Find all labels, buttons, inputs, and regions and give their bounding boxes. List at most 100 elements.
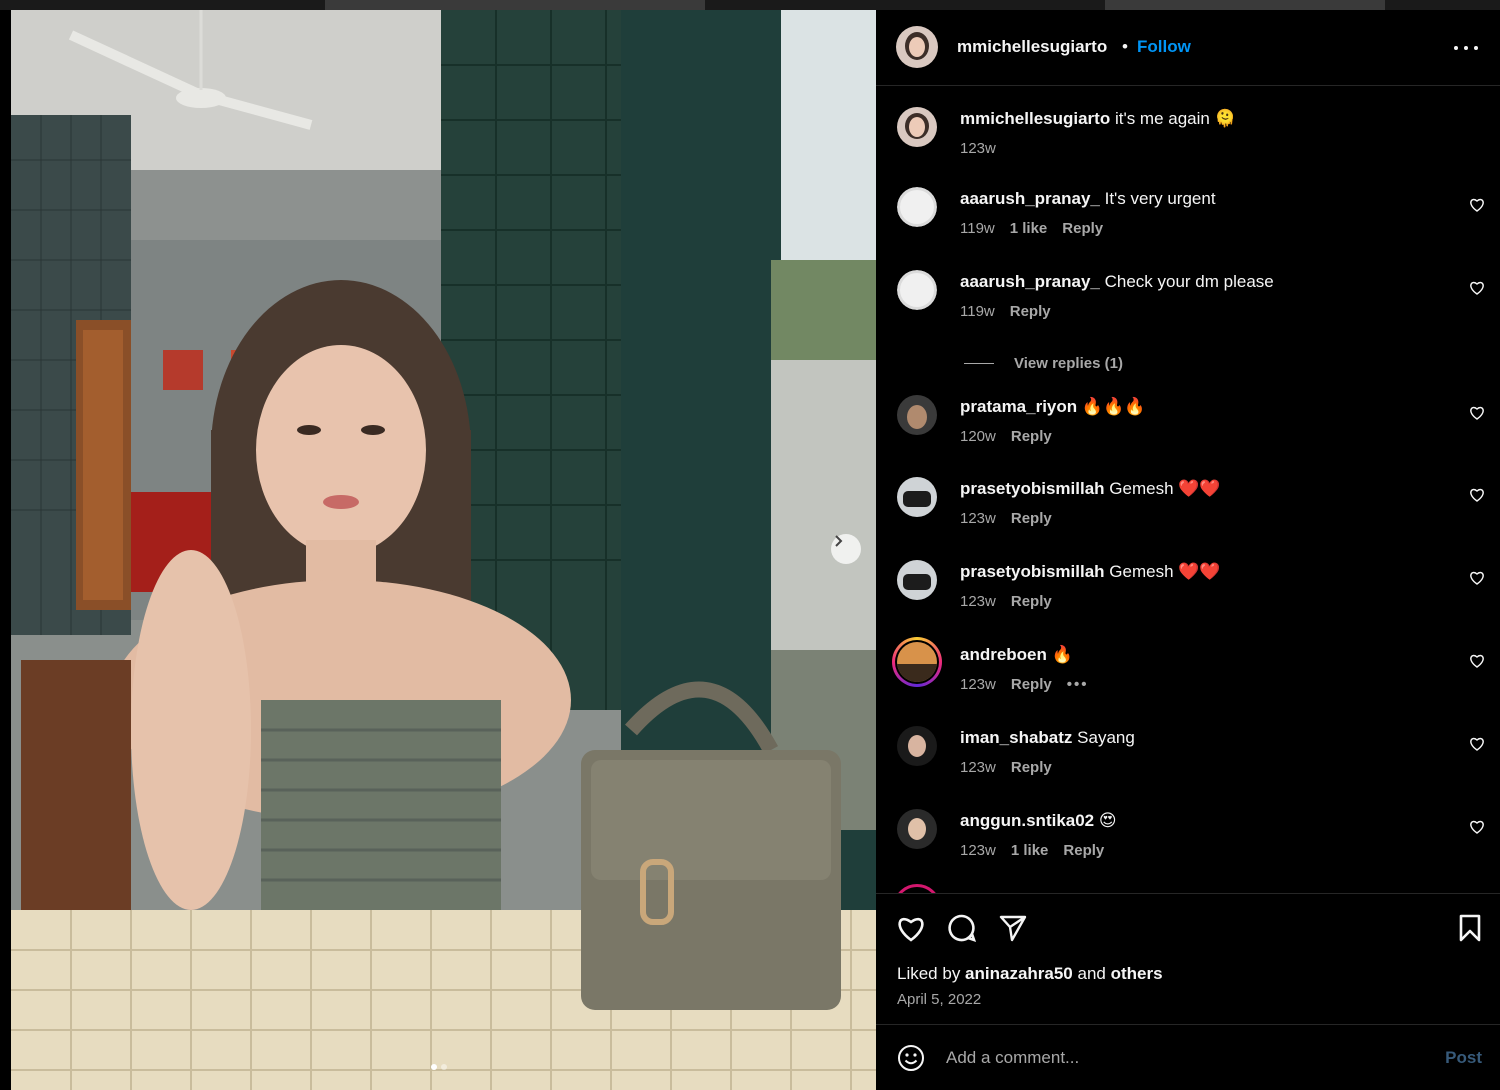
view-replies-button[interactable]: View replies (1) (964, 355, 1123, 372)
comment-icon[interactable] (946, 912, 978, 944)
comment-item: prasetyobismillah Gemesh ❤️❤️ 123w Reply (876, 560, 1500, 630)
reply-button[interactable]: Reply (1010, 303, 1051, 320)
comment-time: 123w (960, 759, 996, 776)
comment-item: andreboen 🔥 123w Reply ••• (876, 637, 1500, 713)
liked-by-and: and (1072, 964, 1111, 983)
liked-by-others[interactable]: others (1111, 964, 1163, 983)
post-header: mmichellesugiarto • Follow (876, 10, 1500, 86)
post-date[interactable]: April 5, 2022 (897, 991, 981, 1008)
comment-body: Sayang (1072, 728, 1135, 747)
comments-list[interactable]: mmichellesugiarto it's me again 🫠 123w a… (876, 87, 1500, 893)
comment-body: 😍 (1094, 811, 1117, 830)
author-avatar[interactable] (897, 107, 937, 147)
story-ring-inner (895, 640, 939, 684)
more-horizontal-icon[interactable] (1454, 38, 1478, 58)
comment-text: prasetyobismillah Gemesh ❤️❤️ (960, 562, 1221, 582)
heart-icon[interactable] (1469, 487, 1485, 503)
comment-avatar[interactable] (897, 395, 937, 435)
comment-avatar[interactable] (897, 560, 937, 600)
comment-username[interactable]: anggun.sntika02 (960, 811, 1094, 830)
follow-button[interactable]: Follow (1137, 37, 1191, 57)
heart-icon[interactable] (895, 912, 927, 944)
separator-dot: • (1122, 37, 1128, 56)
heart-icon[interactable] (1469, 197, 1485, 213)
heart-icon[interactable] (1469, 736, 1485, 752)
comment-item: aaarush_pranay_ Check your dm please 119… (876, 270, 1500, 340)
comment-meta: 123w Reply (960, 593, 1052, 610)
background-strip-segment (1105, 0, 1385, 10)
comment-likes[interactable]: 1 like (1010, 220, 1048, 237)
comment-meta: 123w Reply (960, 759, 1052, 776)
liked-by-prefix: Liked by (897, 964, 966, 983)
caption-username[interactable]: mmichellesugiarto (960, 109, 1110, 128)
comment-username[interactable]: andreboen (960, 645, 1047, 664)
comment-time: 119w (960, 303, 995, 320)
comment-username[interactable]: iman_shabatz (960, 728, 1072, 747)
reply-button[interactable]: Reply (1062, 220, 1103, 237)
carousel-dots (431, 1064, 447, 1070)
comment-avatar[interactable] (897, 477, 937, 517)
comment-avatar[interactable] (897, 270, 937, 310)
next-slide-button[interactable] (831, 534, 861, 564)
comment-username[interactable]: aaarush_pranay_ (960, 272, 1100, 291)
comment-item: pratama_riyon 🔥🔥🔥 120w Reply (876, 395, 1500, 465)
comment-avatar[interactable] (897, 187, 937, 227)
comment-body: 🔥 (1046, 645, 1073, 664)
comment-avatar[interactable] (897, 642, 937, 682)
share-icon[interactable] (997, 912, 1029, 944)
reply-button[interactable]: Reply (1011, 676, 1052, 693)
bookmark-icon[interactable] (1454, 912, 1486, 944)
post-comment-button[interactable]: Post (1445, 1048, 1482, 1068)
heart-icon[interactable] (1469, 280, 1485, 296)
comment-username[interactable]: prasetyobismillah (960, 562, 1105, 581)
emoji-icon[interactable] (897, 1044, 925, 1072)
comment-username[interactable]: aaarush_pranay_ (960, 189, 1100, 208)
heart-icon[interactable] (1469, 405, 1485, 421)
comment-meta: 119w Reply (960, 303, 1051, 320)
comment-time: 123w (960, 593, 996, 610)
comment-time: 123w (960, 842, 996, 859)
photo-illustration (11, 10, 876, 1090)
comment-text: andreboen 🔥 (960, 645, 1073, 665)
post-photo[interactable] (11, 10, 876, 1090)
post-side-panel: mmichellesugiarto • Follow mmichellesugi… (876, 10, 1500, 1090)
author-username[interactable]: mmichellesugiarto (957, 37, 1107, 57)
comment-body: Gemesh ❤️❤️ (1104, 479, 1221, 498)
caption-time: 123w (960, 140, 996, 157)
reply-button[interactable]: Reply (1011, 510, 1052, 527)
comment-avatar[interactable] (897, 726, 937, 766)
comment-username[interactable]: prasetyobismillah (960, 479, 1105, 498)
comment-username[interactable]: pratama_riyon (960, 397, 1077, 416)
comment-meta: 119w 1 like Reply (960, 220, 1103, 237)
reply-button[interactable]: Reply (1011, 428, 1052, 445)
comment-text: anggun.sntika02 😍 (960, 811, 1117, 831)
comment-item: aaarush_pranay_ It's very urgent 119w 1 … (876, 187, 1500, 257)
heart-icon[interactable] (1469, 819, 1485, 835)
comment-item: iman_shabatz Sayang 123w Reply (876, 726, 1500, 796)
story-ring[interactable] (892, 637, 942, 687)
chevron-right-icon (835, 535, 843, 547)
comment-avatar[interactable] (897, 809, 937, 849)
comment-body: Check your dm please (1099, 272, 1274, 291)
heart-icon[interactable] (1469, 653, 1485, 669)
reply-button[interactable]: Reply (1011, 759, 1052, 776)
comment-composer: Post (876, 1024, 1500, 1090)
carousel-dot (441, 1064, 447, 1070)
comment-options-button[interactable]: ••• (1067, 676, 1089, 693)
comment-input[interactable] (946, 1043, 1426, 1073)
liked-by-user[interactable]: aninazahra50 (965, 964, 1073, 983)
heart-icon[interactable] (1469, 570, 1485, 586)
next-comment-avatar-ring (893, 884, 941, 893)
reply-button[interactable]: Reply (1011, 593, 1052, 610)
comment-body: Gemesh ❤️❤️ (1104, 562, 1221, 581)
comment-item: prasetyobismillah Gemesh ❤️❤️ 123w Reply (876, 477, 1500, 547)
comment-meta: 123w 1 like Reply (960, 842, 1104, 859)
comment-time: 123w (960, 510, 996, 527)
author-avatar[interactable] (896, 26, 938, 68)
carousel-dot-active (431, 1064, 437, 1070)
comment-likes[interactable]: 1 like (1011, 842, 1049, 859)
comment-time: 120w (960, 428, 996, 445)
caption-body: it's me again 🫠 (1110, 109, 1236, 128)
reply-button[interactable]: Reply (1063, 842, 1104, 859)
comment-text: aaarush_pranay_ It's very urgent (960, 189, 1216, 209)
